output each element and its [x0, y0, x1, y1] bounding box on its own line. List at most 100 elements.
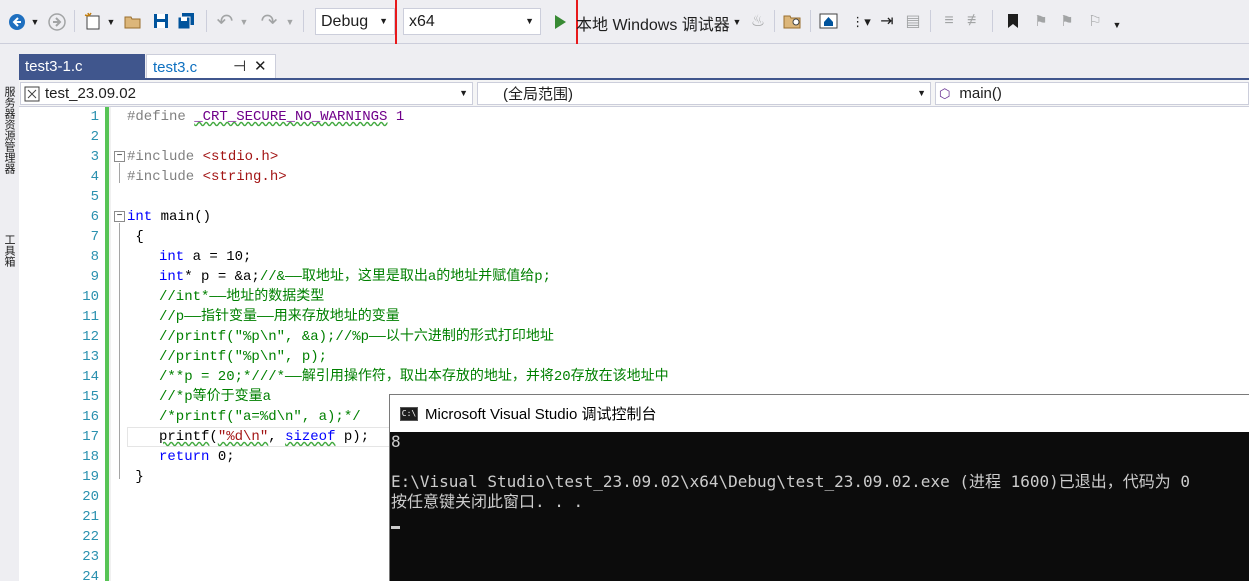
new-dropdown-icon[interactable]: ▼: [105, 11, 117, 33]
open-icon[interactable]: [122, 10, 144, 32]
code-line-12: //printf("%p\n", &a);//%p——以十六进制的形式打印地址: [159, 329, 554, 345]
code-line-9: int* p = &a;//&——取地址，这里是取出a的地址并赋值给p;: [159, 267, 551, 287]
config-select[interactable]: Debug ▼: [315, 8, 395, 35]
line-number: 13: [82, 349, 99, 365]
step-icon[interactable]: ⋮▾: [846, 10, 876, 34]
fold-line: [119, 223, 120, 479]
code-line-11: //p——指针变量——用来存放地址的变量: [159, 309, 400, 325]
chevron-down-icon: ▼: [459, 88, 468, 98]
directive: #include: [127, 169, 203, 185]
statement: 0;: [209, 449, 235, 465]
toolbox-tab[interactable]: 工具箱: [1, 234, 17, 267]
project-name: test_23.09.02: [45, 85, 136, 102]
undo-icon[interactable]: ↶: [214, 10, 236, 33]
code-line-19: }: [127, 469, 144, 485]
console-line: E:\Visual Studio\test_23.09.02\x64\Debug…: [391, 472, 1191, 491]
find-in-files-icon[interactable]: [782, 10, 804, 32]
outdent-icon[interactable]: ▤: [902, 10, 924, 32]
clear-bookmark-icon[interactable]: ⚐: [1084, 10, 1106, 32]
prev-bookmark-icon[interactable]: ⚑: [1030, 10, 1052, 32]
run-dropdown-icon[interactable]: ▼: [731, 11, 743, 33]
toolbar-separator: [930, 10, 931, 32]
keyword: int: [159, 269, 185, 285]
line-number: 21: [82, 509, 99, 525]
more-icon[interactable]: ▼: [1110, 14, 1124, 36]
bookmark-icon[interactable]: [1002, 10, 1024, 32]
outline-margin: [109, 107, 111, 581]
macro-name: _CRT_SECURE_NO_WARNINGS: [194, 109, 388, 125]
undo-dropdown-icon[interactable]: ▼: [238, 11, 250, 33]
console-line: 8: [391, 432, 401, 451]
back-icon[interactable]: [6, 11, 28, 33]
comment-icon[interactable]: ≡: [938, 10, 960, 32]
member-value: main(): [959, 85, 1002, 102]
console-output[interactable]: 8 E:\Visual Studio\test_23.09.02\x64\Deb…: [390, 432, 1249, 581]
line-number: 3: [90, 149, 99, 165]
console-title-bar[interactable]: C:\ Microsoft Visual Studio 调试控制台: [390, 395, 1249, 432]
document-tabs: test3-1.c test3.c ⊣ ✕: [19, 44, 1249, 80]
redo-icon[interactable]: ↷: [258, 10, 280, 33]
line-number: 5: [90, 189, 99, 205]
redo-dropdown-icon[interactable]: ▼: [284, 11, 296, 33]
code-line-10: //int*——地址的数据类型: [159, 289, 325, 305]
next-bookmark-icon[interactable]: ⚑: [1056, 10, 1078, 32]
line-number: 22: [82, 529, 99, 545]
project-select[interactable]: test_23.09.02 ▼: [20, 82, 473, 105]
line-number: 8: [90, 249, 99, 265]
code-line-3: #include <stdio.h>: [127, 147, 278, 167]
indent-icon[interactable]: ⇥: [876, 10, 898, 32]
run-label[interactable]: 本地 Windows 调试器: [576, 11, 730, 35]
line-number: 2: [90, 129, 99, 145]
tab-test3[interactable]: test3.c ⊣ ✕: [146, 54, 276, 79]
statement: p);: [335, 429, 370, 445]
scope-select[interactable]: (全局范围) ▼: [477, 82, 931, 105]
code-line-15: //*p等价于变量a: [159, 389, 272, 405]
fold-line: [119, 163, 120, 183]
directive: #include: [127, 149, 203, 165]
save-icon[interactable]: [150, 10, 172, 32]
line-number: 6: [90, 209, 99, 225]
line-number: 4: [90, 169, 99, 185]
forward-icon[interactable]: [46, 11, 68, 33]
fold-toggle[interactable]: −: [114, 211, 125, 222]
code-line-16: /*printf("a=%d\n", a);*/: [159, 409, 361, 425]
back-dropdown-icon[interactable]: ▼: [29, 11, 41, 33]
include-file: <stdio.h>: [202, 149, 279, 165]
code-line-1: #define _CRT_SECURE_NO_WARNINGS 1: [127, 107, 404, 127]
server-explorer-tab[interactable]: 服务器资源管理器: [1, 86, 17, 174]
code-line-6: int main(): [127, 207, 211, 227]
pin-icon[interactable]: ⊣: [233, 57, 246, 75]
line-number: 24: [82, 569, 99, 581]
run-icon[interactable]: [550, 11, 570, 33]
debug-console-window[interactable]: C:\ Microsoft Visual Studio 调试控制台 8 E:\V…: [389, 394, 1249, 581]
new-project-icon[interactable]: [82, 10, 104, 32]
home-icon[interactable]: [818, 10, 840, 32]
tab-test3-1[interactable]: test3-1.c: [19, 54, 145, 79]
member-select[interactable]: ⬡ main(): [935, 82, 1249, 105]
toolbar: ▼ ▼ ↶ ▼ ↷ ▼ Debug ▼ x64 ▼ 本地 Windows 调试器…: [0, 0, 1249, 64]
keyword: sizeof: [285, 429, 336, 445]
line-number: 11: [82, 309, 99, 325]
line-number: 20: [82, 489, 99, 505]
toolbar-separator: [774, 10, 775, 32]
code-line-13: //printf("%p\n", p);: [159, 349, 328, 365]
navigation-bar: test_23.09.02 ▼ (全局范围) ▼ ⬡ main(): [19, 80, 1249, 107]
line-number: 16: [82, 409, 99, 425]
save-all-icon[interactable]: [176, 10, 198, 32]
code-line-8: int a = 10;: [159, 247, 251, 267]
line-number: 15: [82, 389, 99, 405]
uncomment-icon[interactable]: ≢: [964, 10, 986, 32]
line-number: 19: [82, 469, 99, 485]
fold-toggle[interactable]: −: [114, 151, 125, 162]
fire-icon[interactable]: ♨: [748, 10, 768, 32]
close-icon[interactable]: ✕: [254, 57, 267, 75]
comment: //&——取地址，这里是取出a的地址并赋值给p;: [259, 269, 552, 285]
project-icon: [24, 86, 40, 102]
line-number: 10: [82, 289, 99, 305]
keyword: int: [159, 249, 185, 265]
editor-margin: [19, 107, 39, 581]
scope-value: (全局范围): [503, 86, 573, 103]
side-panel-strip: 服务器资源管理器 工具箱: [0, 44, 19, 581]
console-line: 按任意键关闭此窗口. . .: [391, 492, 584, 511]
code-line-17: printf("%d\n", sizeof p);: [159, 427, 369, 447]
